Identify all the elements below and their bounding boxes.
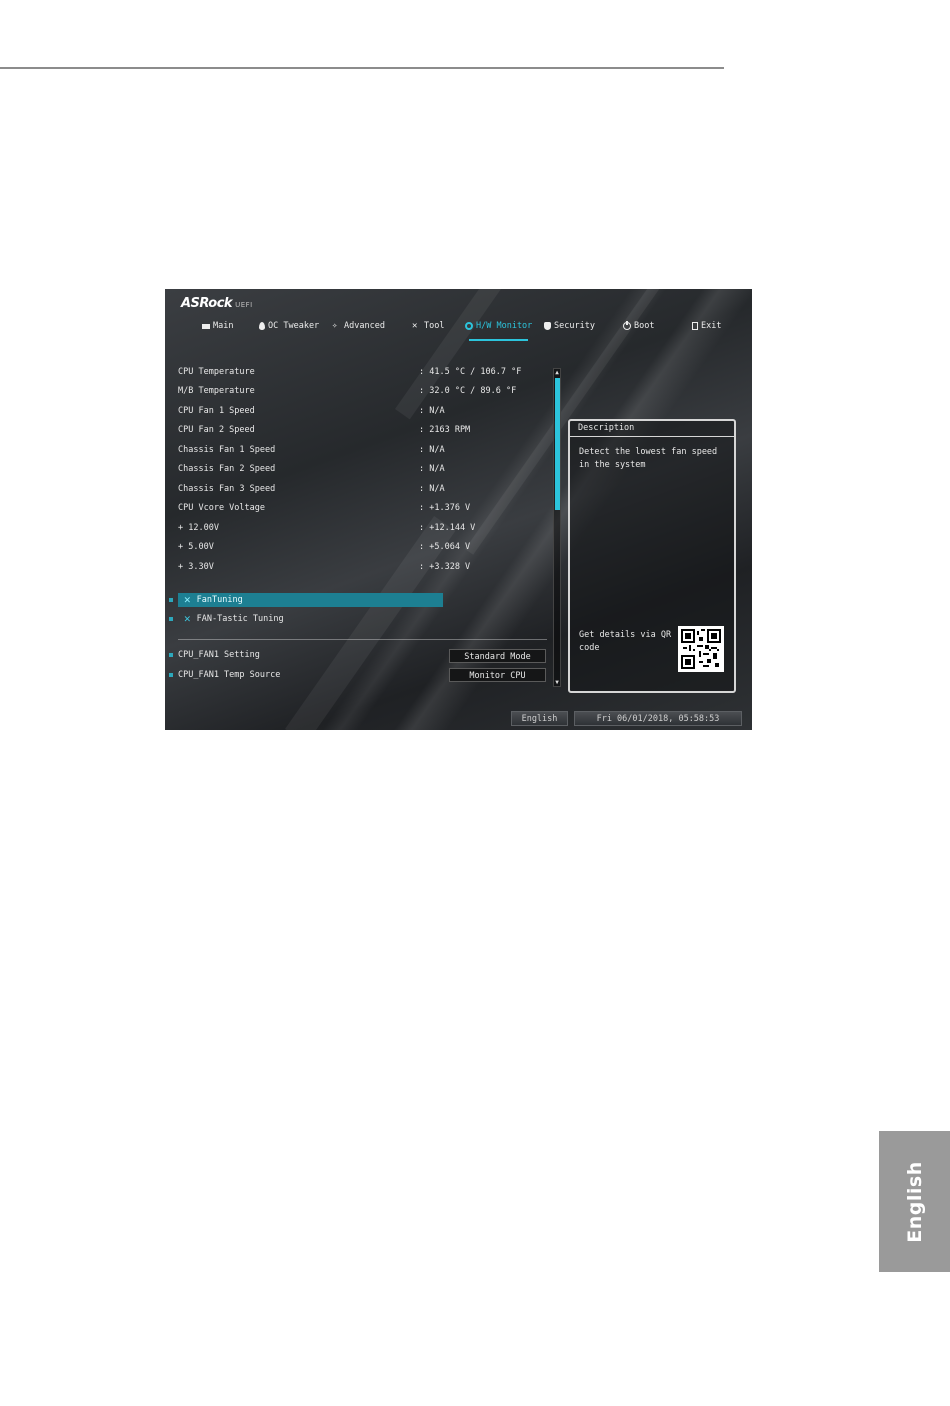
reading-cpu-fan2-speed: CPU Fan 2 Speed : 2163 RPM [178, 425, 471, 435]
flame-icon [259, 322, 265, 330]
tab-security[interactable]: Security [544, 319, 595, 333]
tab-boot[interactable]: Boot [623, 319, 654, 333]
cpu-fan1-setting-select[interactable]: Standard Mode [449, 649, 546, 663]
tab-exit[interactable]: Exit [692, 319, 721, 333]
tab-oc-tweaker[interactable]: OC Tweaker [259, 319, 319, 333]
menu-bullet [169, 617, 173, 621]
setting-cpu-fan1-temp-source: CPU_FAN1 Temp Source [169, 668, 280, 682]
shield-icon [544, 322, 551, 330]
reading-cpu-temperature: CPU Temperature : 41.5 °C / 106.7 °F [178, 367, 522, 377]
scrollbar[interactable]: ▲ ▼ [553, 368, 561, 687]
reading-3-3v: + 3.30V : +3.328 V [178, 562, 471, 572]
exit-icon [692, 322, 698, 330]
description-panel: Description Detect the lowest fan speed … [568, 419, 736, 693]
language-button[interactable]: English [511, 711, 568, 726]
bios-nav-bar: Main OC Tweaker ✧ Advanced ✕ Tool H/W Mo… [165, 319, 752, 341]
reading-cpu-vcore-voltage: CPU Vcore Voltage : +1.376 V [178, 503, 471, 513]
tab-main[interactable]: Main [202, 319, 233, 333]
scroll-down-arrow-icon[interactable]: ▼ [554, 679, 560, 686]
datetime-display: Fri 06/01/2018, 05:58:53 [574, 711, 742, 726]
reading-mb-temperature: M/B Temperature : 32.0 °C / 89.6 °F [178, 386, 517, 396]
reading-chassis-fan3-speed: Chassis Fan 3 Speed : N/A [178, 484, 445, 494]
menu-item-fan-tastic-tuning[interactable]: ✕ FAN-Tastic Tuning [169, 612, 284, 626]
gear-icon [465, 322, 473, 330]
reading-cpu-fan1-speed: CPU Fan 1 Speed : N/A [178, 406, 445, 416]
reading-5v: + 5.00V : +5.064 V [178, 542, 471, 552]
reading-chassis-fan2-speed: Chassis Fan 2 Speed : N/A [178, 464, 445, 474]
setting-bullet [169, 653, 173, 657]
section-divider [178, 639, 547, 640]
language-side-tab: English [879, 1131, 950, 1272]
bios-screenshot: ASRock UEFI Main OC Tweaker ✧ Advanced ✕ … [165, 289, 752, 730]
description-text: Detect the lowest fan speed in the syste… [579, 447, 718, 470]
scroll-up-arrow-icon[interactable]: ▲ [554, 369, 560, 376]
cpu-fan1-temp-source-select[interactable]: Monitor CPU [449, 668, 546, 682]
scrollbar-thumb[interactable] [555, 378, 560, 510]
description-title: Description [578, 423, 635, 433]
tab-tool[interactable]: ✕ Tool [412, 319, 444, 333]
setting-cpu-fan1-setting: CPU_FAN1 Setting [169, 648, 260, 662]
power-icon [623, 321, 631, 330]
setting-bullet [169, 673, 173, 677]
brand-logo: ASRock UEFI [181, 296, 253, 311]
star-icon: ✧ [332, 320, 338, 331]
tab-advanced[interactable]: ✧ Advanced [332, 319, 385, 333]
tab-hw-monitor[interactable]: H/W Monitor [465, 319, 532, 341]
list-icon [202, 324, 210, 329]
reading-12v: + 12.00V : +12.144 V [178, 523, 476, 533]
qr-code-icon [678, 626, 724, 672]
reading-chassis-fan1-speed: Chassis Fan 1 Speed : N/A [178, 445, 445, 455]
wrench-icon: ✕ [184, 593, 191, 606]
menu-item-fantuning[interactable]: ✕ FanTuning [169, 593, 443, 607]
tool-icon: ✕ [412, 321, 418, 331]
description-divider [570, 436, 734, 437]
menu-bullet [169, 598, 173, 602]
qr-caption: Get details via QR code [579, 630, 672, 653]
header-rule [0, 67, 724, 69]
wrench-icon: ✕ [184, 612, 191, 625]
